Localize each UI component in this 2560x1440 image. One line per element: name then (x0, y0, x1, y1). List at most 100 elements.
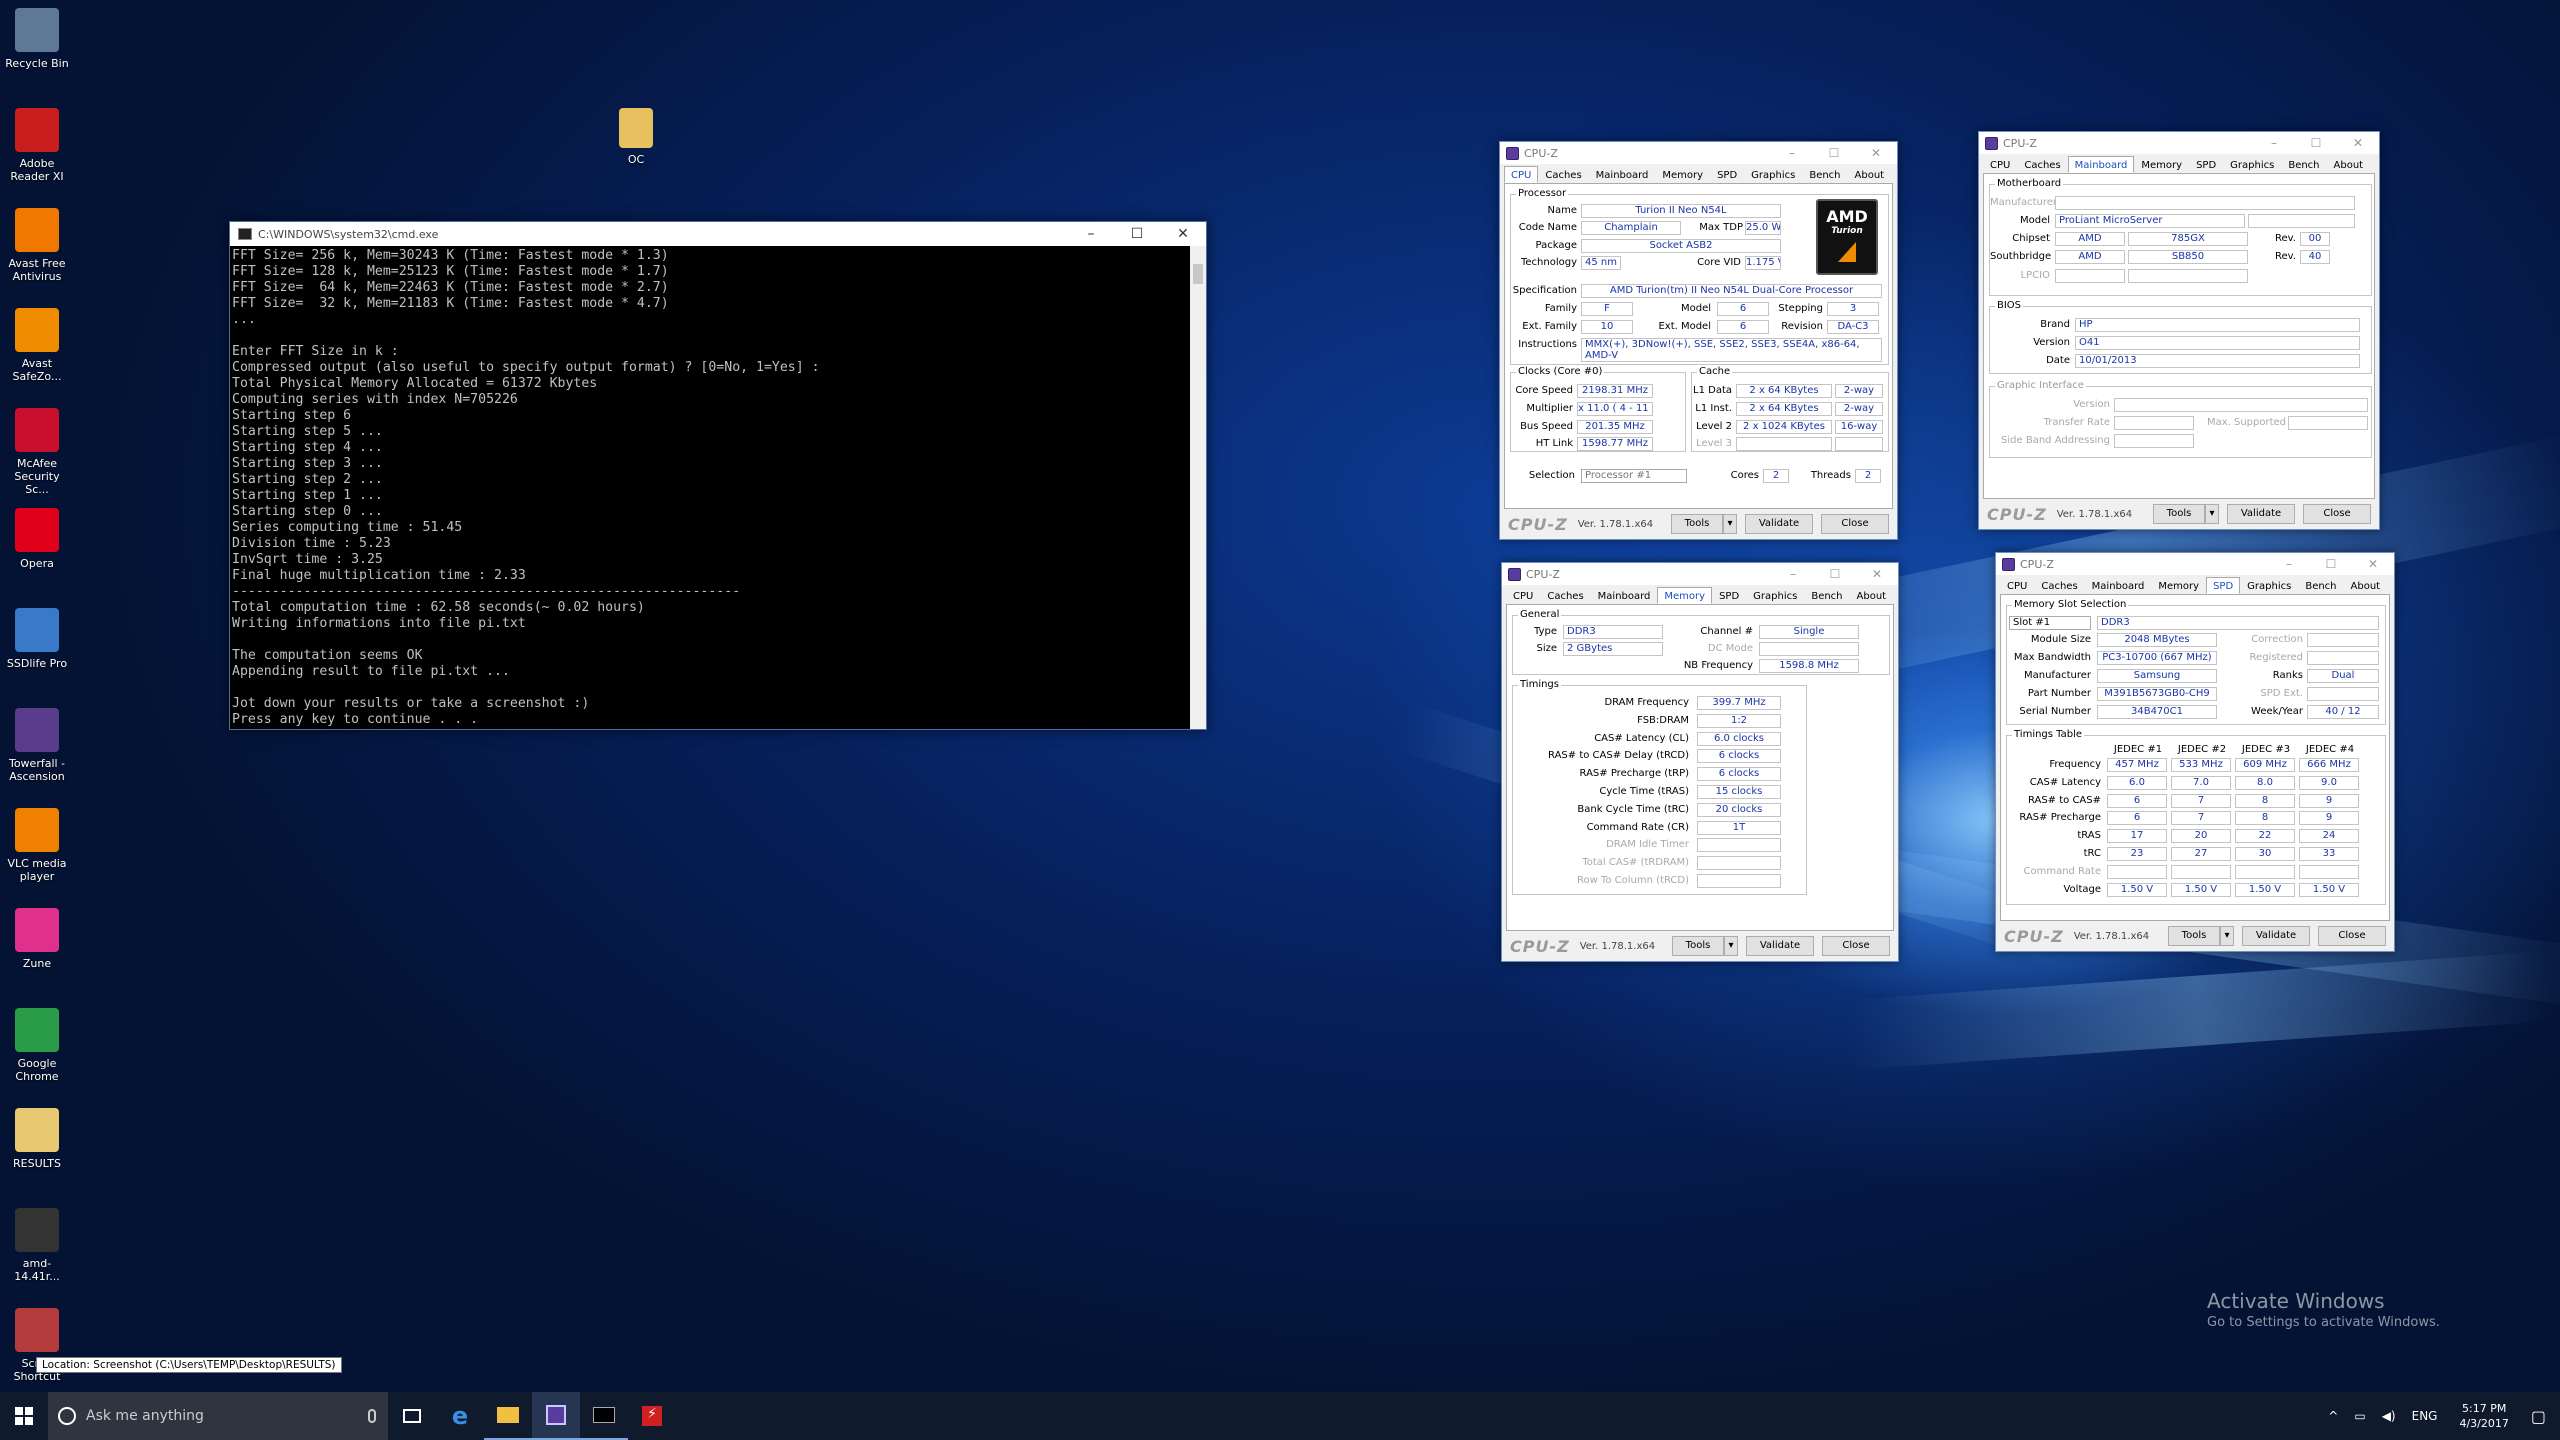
cpuz-titlebar[interactable]: CPU-Z – ☐ ✕ (1502, 563, 1898, 585)
tab-cpu[interactable]: CPU (1506, 587, 1540, 604)
tools-dropdown-icon[interactable]: ▾ (1723, 514, 1737, 534)
tab-cpu[interactable]: CPU (1504, 166, 1539, 183)
processor-select[interactable]: Processor #1 (1581, 469, 1687, 483)
validate-button[interactable]: Validate (2242, 926, 2310, 946)
tools-dropdown-icon[interactable]: ▾ (1724, 936, 1738, 956)
tools-button[interactable]: Tools (2153, 504, 2205, 524)
desktop-icon[interactable]: Adobe Reader XI (2, 108, 72, 183)
validate-button[interactable]: Validate (1746, 936, 1814, 956)
cpuz-window-memory[interactable]: CPU-Z – ☐ ✕ CPU Caches Mainboard Memory SPD Grap… (1501, 562, 1899, 962)
minimize-icon[interactable]: – (2268, 557, 2310, 571)
tab-spd[interactable]: SPD (1712, 587, 1746, 604)
task-view-button[interactable] (388, 1392, 436, 1440)
tab-spd[interactable]: SPD (2206, 577, 2241, 594)
tab-memory[interactable]: Memory (1657, 587, 1713, 604)
tab-bench[interactable]: Bench (1804, 587, 1849, 604)
tools-button[interactable]: Tools (1671, 514, 1723, 534)
cpuz-titlebar[interactable]: CPU-Z – ☐ ✕ (1979, 132, 2379, 154)
tab-mainboard[interactable]: Mainboard (1589, 166, 1656, 183)
tab-caches[interactable]: Caches (1540, 587, 1590, 604)
tab-bench[interactable]: Bench (2281, 156, 2326, 173)
tab-graphics[interactable]: Graphics (1746, 587, 1804, 604)
cpuz-window-spd[interactable]: CPU-Z – ☐ ✕ CPU Caches Mainboard Memory SPD Grap… (1995, 552, 2395, 952)
desktop-icon[interactable]: McAfee Security Sc... (2, 408, 72, 496)
slot-select[interactable]: Slot #1 (2009, 616, 2091, 630)
tab-about[interactable]: About (1850, 587, 1894, 604)
desktop-icon[interactable]: Google Chrome (2, 1008, 72, 1083)
tab-about[interactable]: About (1848, 166, 1892, 183)
validate-button[interactable]: Validate (1745, 514, 1813, 534)
tools-button[interactable]: Tools (1672, 936, 1724, 956)
tab-spd[interactable]: SPD (2189, 156, 2223, 173)
tab-caches[interactable]: Caches (2017, 156, 2067, 173)
cmd-titlebar[interactable]: C:\WINDOWS\system32\cmd.exe – ☐ ✕ (230, 222, 1206, 246)
validate-button[interactable]: Validate (2227, 504, 2295, 524)
tab-graphics[interactable]: Graphics (1744, 166, 1802, 183)
minimize-icon[interactable]: – (2253, 136, 2295, 150)
tools-dropdown-icon[interactable]: ▾ (2205, 504, 2219, 524)
desktop-icon[interactable]: amd-14.41r... (2, 1208, 72, 1283)
tray-chevron-icon[interactable]: ^ (2328, 1409, 2338, 1423)
close-icon[interactable]: ✕ (1855, 146, 1897, 160)
tab-spd[interactable]: SPD (1710, 166, 1744, 183)
desktop-icon[interactable]: Towerfall - Ascension (2, 708, 72, 783)
tab-bench[interactable]: Bench (1802, 166, 1847, 183)
taskbar-cmd[interactable] (580, 1392, 628, 1440)
desktop-icon[interactable]: RESULTS (2, 1108, 72, 1170)
tab-mainboard[interactable]: Mainboard (1591, 587, 1658, 604)
close-button[interactable]: Close (1822, 936, 1890, 956)
desktop-icon[interactable]: Recycle Bin (2, 8, 72, 70)
taskbar-explorer[interactable] (484, 1392, 532, 1440)
cpuz-titlebar[interactable]: CPU-Z – ☐ ✕ (1500, 142, 1897, 164)
tools-dropdown-icon[interactable]: ▾ (2220, 926, 2234, 946)
taskbar-edge[interactable]: e (436, 1392, 484, 1440)
tab-memory[interactable]: Memory (1655, 166, 1710, 183)
tab-cpu[interactable]: CPU (2000, 577, 2034, 594)
start-button[interactable] (0, 1392, 48, 1440)
desktop-icon[interactable]: Avast SafeZo... (2, 308, 72, 383)
desktop-icon[interactable]: SSDlife Pro (2, 608, 72, 670)
tab-memory[interactable]: Memory (2134, 156, 2189, 173)
tab-graphics[interactable]: Graphics (2223, 156, 2281, 173)
tab-mainboard[interactable]: Mainboard (2067, 156, 2135, 173)
desktop-icon[interactable]: Zune (2, 908, 72, 970)
desktop-icon[interactable]: VLC media player (2, 808, 72, 883)
notifications-icon[interactable]: ▢ (2531, 1407, 2546, 1426)
minimize-icon[interactable]: – (1771, 146, 1813, 160)
close-button[interactable]: Close (2303, 504, 2371, 524)
cortana-search-box[interactable]: Ask me anything (48, 1392, 388, 1440)
close-icon[interactable]: ✕ (2352, 557, 2394, 571)
keyboard-language[interactable]: ENG (2412, 1409, 2438, 1423)
close-icon[interactable]: ✕ (1856, 567, 1898, 581)
tools-button[interactable]: Tools (2168, 926, 2220, 946)
close-button[interactable]: Close (1821, 514, 1889, 534)
tab-memory[interactable]: Memory (2151, 577, 2206, 594)
maximize-icon[interactable]: ☐ (1114, 226, 1160, 242)
close-icon[interactable]: ✕ (1160, 226, 1206, 242)
close-icon[interactable]: ✕ (2337, 136, 2379, 150)
tab-about[interactable]: About (2327, 156, 2371, 173)
clock[interactable]: 5:17 PM 4/3/2017 (2459, 1401, 2508, 1431)
tab-graphics[interactable]: Graphics (2240, 577, 2298, 594)
cmd-scrollbar[interactable] (1190, 246, 1206, 729)
taskbar-cpuz[interactable] (532, 1392, 580, 1440)
taskbar-app[interactable]: ⚡ (628, 1392, 676, 1440)
desktop-icon[interactable]: Avast Free Antivirus (2, 208, 72, 283)
close-button[interactable]: Close (2318, 926, 2386, 946)
tab-bench[interactable]: Bench (2298, 577, 2343, 594)
tab-caches[interactable]: Caches (2034, 577, 2084, 594)
network-icon[interactable]: ▭ (2354, 1409, 2365, 1423)
cpuz-window-mainboard[interactable]: CPU-Z – ☐ ✕ CPU Caches Mainboard Memory SPD Grap… (1978, 131, 2380, 530)
volume-icon[interactable]: ◀) (2382, 1409, 2396, 1423)
tab-mainboard[interactable]: Mainboard (2085, 577, 2152, 594)
microphone-icon[interactable] (368, 1409, 376, 1423)
desktop-folder-oc[interactable]: OC (601, 108, 671, 166)
minimize-icon[interactable]: – (1068, 226, 1114, 242)
desktop-icon[interactable]: Opera (2, 508, 72, 570)
tab-about[interactable]: About (2344, 577, 2388, 594)
cmd-window[interactable]: C:\WINDOWS\system32\cmd.exe – ☐ ✕ FFT Si… (229, 221, 1207, 730)
minimize-icon[interactable]: – (1772, 567, 1814, 581)
tab-cpu[interactable]: CPU (1983, 156, 2017, 173)
cpuz-window-cpu[interactable]: CPU-Z – ☐ ✕ CPU Caches Mainboard Memory SPD Grap… (1499, 141, 1898, 540)
tab-caches[interactable]: Caches (1538, 166, 1588, 183)
